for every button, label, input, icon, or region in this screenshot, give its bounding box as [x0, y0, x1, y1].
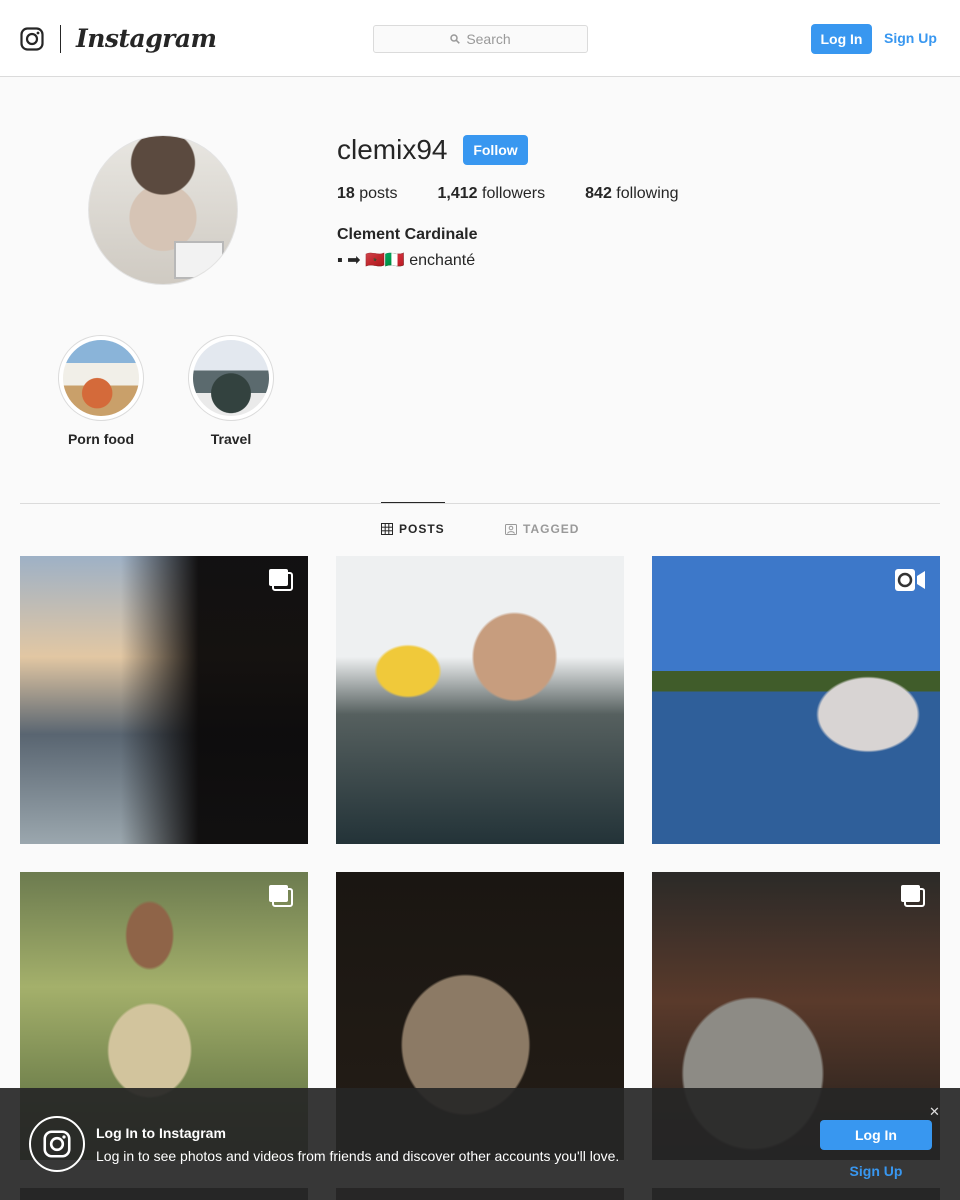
stat-followers-count: 1,412: [437, 185, 478, 202]
stat-posts: 18 posts: [337, 185, 398, 203]
tab-tagged-label: TAGGED: [523, 522, 580, 536]
stat-following-label: following: [616, 185, 679, 202]
tabs-divider: [20, 503, 940, 504]
instagram-camera-icon: [43, 1130, 71, 1158]
banner-login-button[interactable]: Log In: [820, 1120, 932, 1150]
instagram-glyph-icon: [29, 1116, 85, 1172]
carousel-icon: [901, 885, 925, 907]
stat-following[interactable]: 842 following: [585, 185, 678, 203]
highlight-cover-image: [63, 340, 139, 416]
highlight-ring: [188, 335, 274, 421]
highlight-porn-food[interactable]: Porn food: [41, 335, 161, 447]
stat-following-count: 842: [585, 185, 612, 202]
tab-tagged[interactable]: TAGGED: [505, 522, 579, 536]
grid-icon: [381, 523, 393, 535]
avatar-photo-detail: [174, 241, 224, 279]
top-navigation-bar: Instagram Search Log In Sign Up: [0, 0, 960, 77]
stat-posts-label: posts: [359, 185, 398, 202]
profile-avatar: [88, 135, 238, 285]
highlight-ring: [58, 335, 144, 421]
profile-full-name: Clement Cardinale: [337, 226, 478, 243]
signup-link[interactable]: Sign Up: [884, 30, 937, 46]
carousel-icon: [269, 885, 293, 907]
active-tab-indicator: [381, 502, 445, 503]
close-icon[interactable]: ✕: [929, 1104, 940, 1120]
video-icon: [895, 569, 925, 591]
tab-posts[interactable]: POSTS: [381, 522, 445, 536]
follow-button[interactable]: Follow: [463, 135, 528, 165]
search-input[interactable]: Search: [373, 25, 588, 53]
post-thumbnail[interactable]: [652, 556, 940, 844]
tab-posts-label: POSTS: [399, 522, 445, 536]
highlight-label: Travel: [210, 431, 252, 447]
stat-posts-count: 18: [337, 185, 355, 202]
instagram-wordmark-logo[interactable]: Instagram: [76, 24, 217, 53]
profile-username: clemix94: [337, 134, 448, 165]
tagged-icon: [505, 524, 517, 535]
login-button[interactable]: Log In: [811, 24, 872, 54]
banner-title: Log In to Instagram: [96, 1125, 226, 1141]
login-prompt-banner: Log In to Instagram Log in to see photos…: [0, 1088, 960, 1200]
highlight-travel[interactable]: Travel: [171, 335, 291, 447]
instagram-glyph-icon[interactable]: [20, 27, 44, 51]
post-thumbnail[interactable]: [20, 556, 308, 844]
highlight-label: Porn food: [67, 431, 135, 447]
brand-divider: [60, 25, 61, 53]
stat-followers-label: followers: [482, 185, 546, 202]
banner-signup-link[interactable]: Sign Up: [820, 1163, 932, 1179]
post-thumbnail[interactable]: [336, 556, 624, 844]
highlight-cover-image: [193, 340, 269, 416]
search-icon: [450, 34, 461, 44]
carousel-icon: [269, 569, 293, 591]
banner-text: Log in to see photos and videos from fri…: [96, 1148, 620, 1164]
profile-stats: 18 posts 1,412 followers 842 following: [337, 185, 719, 203]
stat-followers[interactable]: 1,412 followers: [438, 185, 546, 203]
profile-bio: ▪ ➡ 🇲🇦🇮🇹 enchanté: [337, 252, 476, 269]
search-placeholder: Search: [466, 31, 511, 47]
